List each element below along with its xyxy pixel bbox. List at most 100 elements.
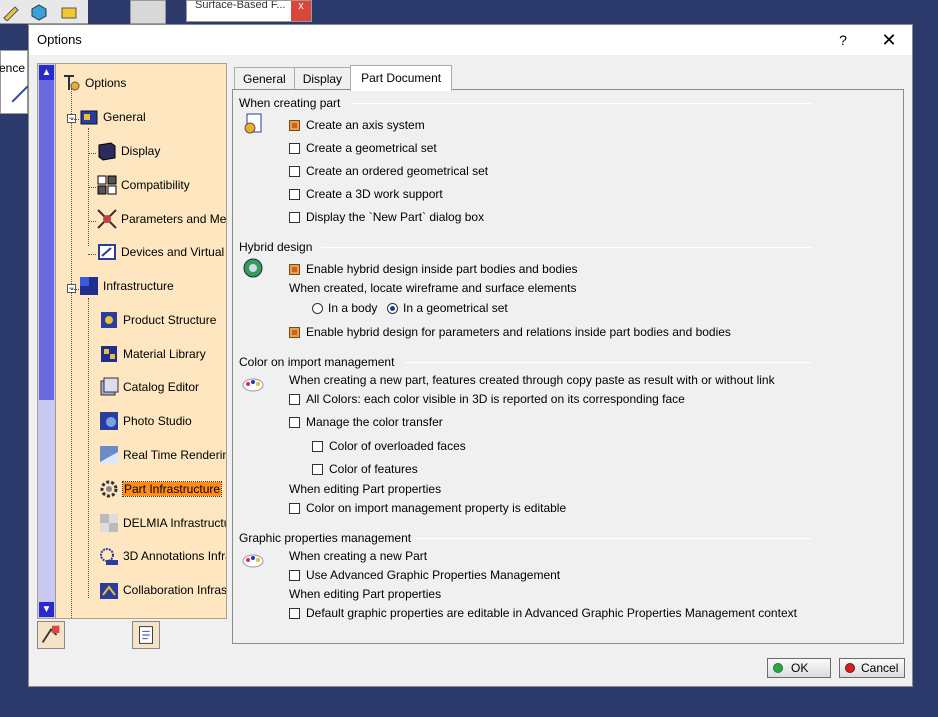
folder-icon[interactable] — [60, 3, 78, 21]
option-enable-hybrid-design[interactable]: Enable hybrid design inside part bodies … — [289, 262, 578, 276]
background-document-tab[interactable]: Surface-Based F... x — [186, 0, 312, 22]
option-enable-hybrid-parameters[interactable]: Enable hybrid design for parameters and … — [289, 325, 731, 339]
option-color-of-features[interactable]: Color of features — [312, 462, 418, 476]
options-tree[interactable]: ▲ ▼ − − Options General Display Compatib… — [37, 63, 227, 619]
option-display-new-part-dialog[interactable]: Display the `New Part` dialog box — [289, 210, 484, 224]
checkbox[interactable] — [289, 393, 300, 405]
tree-item-options[interactable]: Options — [60, 71, 126, 95]
tree-item-general[interactable]: General — [78, 105, 146, 129]
tab-general[interactable]: General — [234, 67, 295, 91]
option-label: Display the `New Part` dialog box — [306, 210, 485, 224]
tree-item-collaboration[interactable]: Collaboration Infrastr — [98, 578, 226, 602]
tree-item-label: Photo Studio — [123, 414, 192, 428]
tree-item-3d-annotations[interactable]: 3D Annotations Infras — [98, 544, 226, 568]
tab-display[interactable]: Display — [293, 67, 352, 91]
group-title-color-import: Color on import management — [239, 355, 395, 369]
tree-tool-button-2[interactable] — [132, 621, 160, 649]
background-tab-icon[interactable] — [130, 0, 166, 24]
option-create-3d-work-support[interactable]: Create a 3D work support — [289, 187, 443, 201]
rendering-icon — [100, 446, 118, 464]
title-bar: Options ? ✕ — [29, 25, 912, 55]
checkbox[interactable] — [289, 188, 300, 200]
tree-item-part-infrastructure[interactable]: Part Infrastructure — [98, 477, 223, 501]
tree-item-infrastructure[interactable]: Infrastructure — [78, 274, 174, 298]
tree-item-parameters[interactable]: Parameters and Meas — [96, 207, 226, 231]
option-label: Create a 3D work support — [306, 187, 443, 201]
dialog-title: Options — [37, 32, 82, 47]
radio-in-a-geometrical-set[interactable]: In a geometrical set — [387, 301, 508, 315]
checkbox[interactable] — [289, 263, 300, 275]
checkbox[interactable] — [289, 326, 300, 338]
tree-tool-button-1[interactable] — [37, 621, 65, 649]
option-create-geometrical-set[interactable]: Create a geometrical set — [289, 141, 437, 155]
option-label: Color of overloaded faces — [329, 439, 466, 453]
scroll-up-icon[interactable]: ▲ — [39, 65, 54, 80]
option-all-colors[interactable]: All Colors: each color visible in 3D is … — [289, 392, 685, 406]
catalog-editor-icon — [100, 377, 119, 396]
options-icon — [64, 75, 80, 91]
option-create-ordered-geometrical-set[interactable]: Create an ordered geometrical set — [289, 164, 488, 178]
option-label: Color of features — [329, 462, 418, 476]
color-import-intro: When creating a new part, features creat… — [289, 373, 775, 387]
devices-icon — [98, 244, 116, 260]
radio-button[interactable] — [312, 302, 323, 314]
tree-item-real-time-rendering[interactable]: Real Time Rendering — [98, 443, 226, 467]
scroll-thumb[interactable] — [39, 80, 54, 400]
tab-part-document[interactable]: Part Document — [350, 65, 453, 91]
tree-item-delmia-infrastructure[interactable]: DELMIA Infrastructure — [98, 511, 226, 535]
option-use-advanced-graphic[interactable]: Use Advanced Graphic Properties Manageme… — [289, 568, 560, 582]
tree-connector — [71, 289, 79, 290]
tree-item-display[interactable]: Display — [96, 139, 160, 163]
cancel-icon — [845, 663, 855, 673]
clipboard-icon — [139, 626, 153, 644]
option-label: Color on import management property is e… — [306, 501, 567, 515]
checkbox[interactable] — [289, 502, 300, 514]
tree-item-label: Infrastructure — [103, 279, 174, 293]
creating-new-part-label: When creating a new Part — [289, 549, 428, 563]
checkbox[interactable] — [289, 142, 300, 154]
tree-item-compatibility[interactable]: Compatibility — [96, 173, 190, 197]
help-button[interactable]: ? — [830, 29, 856, 51]
checkbox[interactable] — [289, 165, 300, 177]
checkbox[interactable] — [289, 569, 300, 581]
option-create-axis-system[interactable]: Create an axis system — [289, 118, 425, 132]
checkbox[interactable] — [289, 607, 300, 619]
checkbox[interactable] — [289, 211, 300, 223]
material-library-icon — [101, 346, 117, 362]
graphic-palette-icon — [242, 554, 264, 568]
scroll-down-icon[interactable]: ▼ — [39, 602, 54, 617]
tree-connector — [88, 298, 89, 598]
option-color-import-editable[interactable]: Color on import management property is e… — [289, 501, 566, 515]
checkbox[interactable] — [289, 119, 300, 131]
option-manage-color-transfer[interactable]: Manage the color transfer — [289, 415, 443, 429]
checkbox[interactable] — [312, 463, 323, 475]
tree-item-label: Devices and Virtual Re — [121, 245, 226, 259]
editing-part-properties-label: When editing Part properties — [289, 482, 442, 496]
checkbox[interactable] — [312, 440, 323, 452]
radio-in-a-body[interactable]: In a body — [312, 301, 377, 315]
cube-icon[interactable] — [30, 3, 48, 21]
tree-scrollbar[interactable]: ▲ ▼ — [38, 64, 56, 618]
checkbox[interactable] — [289, 416, 300, 428]
locate-elements-text: When created, locate wireframe and surfa… — [289, 281, 576, 295]
tree-item-photo-studio[interactable]: Photo Studio — [98, 409, 192, 433]
option-color-overloaded-faces[interactable]: Color of overloaded faces — [312, 439, 466, 453]
radio-button[interactable] — [387, 302, 398, 314]
parameters-icon — [97, 209, 117, 229]
tree-item-product-structure[interactable]: Product Structure — [98, 308, 216, 332]
cancel-button[interactable]: Cancel — [839, 658, 905, 678]
background-panel-text: ence — [0, 61, 26, 75]
option-default-graphic-editable[interactable]: Default graphic properties are editable … — [289, 606, 797, 620]
group-separator — [405, 362, 811, 363]
ok-button[interactable]: OK — [767, 658, 831, 678]
background-tab-close-icon[interactable]: x — [291, 1, 311, 21]
tree-item-devices[interactable]: Devices and Virtual Re — [96, 240, 226, 264]
gear-icon — [100, 480, 118, 498]
close-button[interactable]: ✕ — [876, 29, 902, 51]
tree-connector — [88, 153, 96, 154]
radio-label: In a geometrical set — [403, 301, 508, 315]
color-palette-icon — [242, 378, 264, 392]
tree-item-material-library[interactable]: Material Library — [98, 342, 206, 366]
tree-item-catalog-editor[interactable]: Catalog Editor — [98, 375, 199, 399]
pencil-icon[interactable] — [2, 3, 20, 21]
